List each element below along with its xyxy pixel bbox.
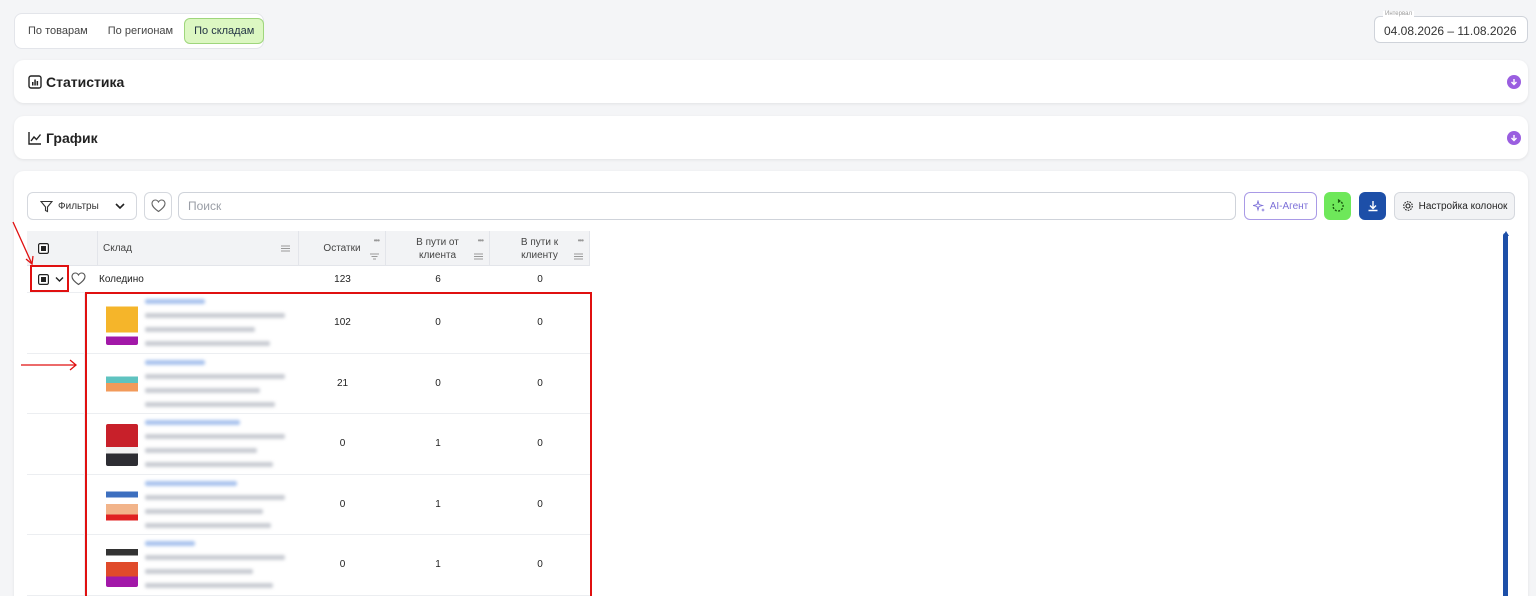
warehouse-name: Коледино bbox=[99, 273, 144, 285]
page: По товарам По регионам По складам Интерв… bbox=[0, 0, 1536, 596]
row-spacer bbox=[27, 293, 85, 353]
ai-agent-label: AI-Агент bbox=[1269, 200, 1309, 212]
header-to-client[interactable]: В пути к клиенту ••• bbox=[490, 231, 590, 266]
statistics-title: Статистика bbox=[46, 73, 125, 90]
tab-by-regions[interactable]: По регионам bbox=[99, 19, 182, 43]
tab-by-warehouses[interactable]: По складам bbox=[184, 18, 265, 44]
header-warehouse-label: Склад bbox=[103, 243, 132, 254]
arrow-down-icon bbox=[1511, 135, 1517, 142]
filters-button[interactable]: Фильтры bbox=[27, 192, 137, 220]
table-toolbar: Фильтры AI-Агент Настройка колонок bbox=[27, 192, 1515, 220]
download-icon bbox=[1368, 201, 1377, 212]
annotation-arrow-icon bbox=[12, 221, 34, 266]
line-chart-icon bbox=[28, 131, 42, 145]
expand-chart-button[interactable] bbox=[1507, 131, 1521, 145]
chart-title: График bbox=[46, 129, 98, 146]
header-from-client[interactable]: В пути от клиента ••• bbox=[386, 231, 490, 266]
download-button[interactable] bbox=[1359, 192, 1386, 220]
arrow-down-icon bbox=[1511, 79, 1517, 86]
drag-handle-icon bbox=[474, 253, 483, 260]
period-label: Интервал bbox=[1383, 11, 1414, 17]
stock-value: 123 bbox=[334, 273, 351, 285]
header-from-client-label: В пути от клиента bbox=[416, 236, 459, 261]
annotation-arrow-icon bbox=[21, 359, 78, 371]
annotation-highlight-products bbox=[85, 292, 592, 596]
row-spacer bbox=[27, 535, 85, 595]
refresh-button[interactable] bbox=[1324, 192, 1351, 220]
period-picker[interactable]: Интервал 04.08.2026 – 11.08.2026 bbox=[1374, 11, 1528, 43]
sort-icon bbox=[370, 253, 379, 260]
drag-handle-icon bbox=[574, 253, 583, 260]
period-value: 04.08.2026 – 11.08.2026 bbox=[1384, 24, 1517, 38]
heart-icon bbox=[150, 199, 166, 213]
column-menu-icon[interactable]: ••• bbox=[478, 234, 484, 247]
warehouse-group-row[interactable]: Коледино 123 6 0 bbox=[27, 266, 590, 293]
search-input[interactable] bbox=[178, 192, 1236, 220]
tab-by-products[interactable]: По товарам bbox=[19, 19, 97, 43]
statistics-section[interactable]: Статистика bbox=[14, 60, 1528, 103]
from-client-value: 6 bbox=[435, 273, 441, 285]
sparkle-icon bbox=[1252, 199, 1265, 212]
column-menu-icon[interactable]: ••• bbox=[374, 234, 380, 247]
expand-statistics-button[interactable] bbox=[1507, 75, 1521, 89]
stats-icon bbox=[28, 74, 42, 89]
to-client-value: 0 bbox=[537, 273, 543, 285]
filter-icon bbox=[40, 200, 53, 212]
columns-settings-label: Настройка колонок bbox=[1418, 200, 1508, 212]
refresh-icon bbox=[1331, 199, 1344, 212]
columns-settings-button[interactable]: Настройка колонок bbox=[1394, 192, 1515, 220]
chart-section[interactable]: График bbox=[14, 116, 1528, 159]
drag-handle-icon bbox=[281, 245, 290, 252]
ai-agent-button[interactable]: AI-Агент bbox=[1244, 192, 1317, 220]
favorites-filter-button[interactable] bbox=[144, 192, 172, 220]
row-spacer bbox=[27, 474, 85, 534]
table-header: Склад Остатки ••• В пути от клиента ••• … bbox=[27, 231, 590, 266]
chevron-down-icon bbox=[115, 203, 125, 210]
header-stock[interactable]: Остатки ••• bbox=[299, 231, 386, 266]
row-spacer bbox=[27, 414, 85, 474]
filters-label: Фильтры bbox=[58, 200, 99, 212]
header-warehouse[interactable]: Склад bbox=[98, 231, 299, 266]
heart-icon[interactable] bbox=[71, 272, 86, 286]
column-menu-icon[interactable]: ••• bbox=[578, 234, 584, 247]
header-stock-label: Остатки bbox=[323, 243, 361, 254]
gear-icon bbox=[1402, 201, 1413, 211]
vertical-scrollbar[interactable] bbox=[1503, 233, 1508, 596]
header-to-client-label: В пути к клиенту bbox=[520, 236, 559, 261]
view-tabs: По товарам По регионам По складам bbox=[14, 13, 265, 49]
